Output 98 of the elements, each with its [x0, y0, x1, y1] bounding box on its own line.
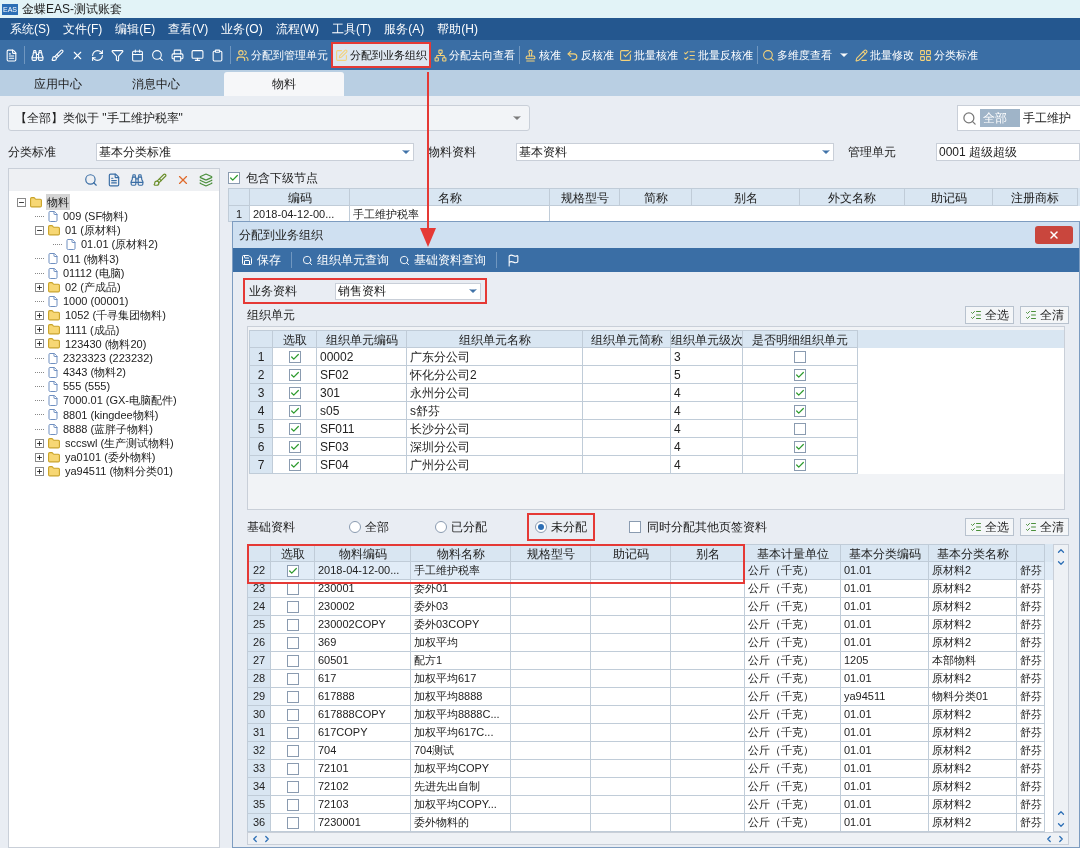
tree-item[interactable]: 4343 (物料2): [62, 364, 127, 381]
toolbar-button[interactable]: 基础资料查询: [399, 251, 486, 269]
toolbar-button[interactable]: 全选: [965, 518, 1014, 536]
tree-item[interactable]: ya0101 (委外物料): [64, 449, 157, 466]
field-label: 物料资料: [428, 144, 477, 161]
table-row[interactable]: 22 2018-04-12-00... 手工维护税率 公斤（千克） 01.01 原材料2 舒芬: [247, 562, 1053, 580]
dialog-title: 分配到业务组织: [239, 227, 323, 244]
menu-item[interactable]: 编辑(E): [115, 20, 156, 38]
checkbox-label: 包含下级节点: [246, 170, 318, 187]
menu-item[interactable]: 工具(T): [332, 20, 372, 38]
column-header[interactable]: 基本分类编码: [841, 544, 929, 562]
tree-item[interactable]: ya94511 (物料分类01): [64, 463, 174, 480]
toolbar-button[interactable]: 批量反核准: [681, 42, 755, 68]
toolbar-button[interactable]: 分类标准: [917, 42, 980, 68]
row-number: 3: [249, 384, 273, 402]
tree-item[interactable]: 01.01 (原材料2): [80, 236, 160, 253]
toolbar-button[interactable]: 分配去向查看: [432, 42, 517, 68]
toolbar-button[interactable]: 核准: [522, 42, 563, 68]
toolbar-button[interactable]: 多维度查看: [760, 42, 852, 68]
row-number: 35: [247, 796, 271, 814]
row-number: 26: [247, 634, 271, 652]
toolbar-button[interactable]: 批量修改: [853, 42, 916, 68]
toolbar-button[interactable]: 全清: [1020, 518, 1069, 536]
row-number: 36: [247, 814, 271, 832]
column-header[interactable]: 注册商标: [993, 188, 1078, 206]
field-label: 分类标准: [8, 144, 57, 161]
table-cell: SF04: [317, 456, 407, 474]
menu-item[interactable]: 系统(S): [10, 20, 50, 38]
row-number: 31: [247, 724, 271, 742]
toolbar-button[interactable]: 保存: [241, 251, 281, 269]
tree-item[interactable]: 555 (555): [62, 378, 112, 395]
tree-item[interactable]: 01 (原材料): [64, 222, 122, 239]
column-header[interactable]: 别名: [692, 188, 800, 206]
window-title: 金蝶EAS-测试账套: [22, 1, 123, 18]
row-number: 25: [247, 616, 271, 634]
row-number: 24: [247, 598, 271, 616]
row-number: 1: [249, 348, 273, 366]
column-header[interactable]: 编码: [250, 188, 350, 206]
section-label: 基础资料: [247, 519, 296, 536]
tab[interactable]: 应用中心: [10, 72, 106, 96]
column-header[interactable]: 外文名称: [800, 188, 905, 206]
column-header[interactable]: 助记码: [905, 188, 993, 206]
menu-item[interactable]: 查看(V): [168, 20, 209, 38]
business-data-field[interactable]: 业务资料 销售资料: [243, 278, 487, 304]
toolbar-button[interactable]: 分配到业务组织: [331, 42, 431, 68]
row-number: 2: [249, 366, 273, 384]
toolbar-button[interactable]: 全清: [1020, 306, 1069, 324]
tab[interactable]: 消息中心: [108, 72, 204, 96]
column-header[interactable]: 基本分类名称: [929, 544, 1017, 562]
tab[interactable]: 物料: [224, 72, 344, 96]
column-header[interactable]: 基本计量单位: [745, 544, 841, 562]
toolbar-button[interactable]: 反核准: [564, 42, 616, 68]
column-header[interactable]: 组织单元名称: [407, 330, 583, 348]
radio-option[interactable]: 全部: [343, 513, 395, 541]
row-number: 30: [247, 706, 271, 724]
menu-item[interactable]: 帮助(H): [437, 20, 478, 38]
menu-item[interactable]: 流程(W): [275, 20, 319, 38]
menu-item[interactable]: 业务(O): [221, 20, 263, 38]
column-header[interactable]: 组织单元编码: [317, 330, 407, 348]
menu-item[interactable]: 文件(F): [63, 20, 103, 38]
table-cell: 广州分公司: [407, 456, 583, 474]
table-cell: 4: [671, 456, 743, 474]
row-number: 22: [247, 562, 271, 580]
section-label: 组织单元: [247, 307, 295, 324]
toolbar-button[interactable]: 批量核准: [617, 42, 680, 68]
row-number: 32: [247, 742, 271, 760]
toolbar-button[interactable]: 分配到管理单元: [234, 42, 330, 68]
field-label: 管理单元: [848, 144, 897, 161]
menu-item[interactable]: 服务(A): [384, 20, 425, 38]
search-field[interactable]: 全部 手工维护: [957, 105, 1080, 131]
radio-option[interactable]: 已分配: [429, 513, 493, 541]
row-number: 28: [247, 670, 271, 688]
tree-item[interactable]: 1052 (千寻集团物料): [64, 307, 167, 324]
row-number: 1: [228, 206, 250, 222]
row-number: 5: [249, 420, 273, 438]
row-number: 4: [249, 402, 273, 420]
select-field[interactable]: 基本资料: [516, 143, 834, 161]
tree-item[interactable]: 009 (SF物料): [62, 208, 129, 225]
tree-item[interactable]: sccswl (生产测试物料): [64, 435, 175, 452]
select-field[interactable]: 基本分类标准: [96, 143, 414, 161]
row-number: 7: [249, 456, 273, 474]
select-field[interactable]: 0001 超级超级: [936, 143, 1080, 161]
column-header[interactable]: 名称: [350, 188, 550, 206]
tree-item[interactable]: 1000 (00001): [62, 293, 130, 310]
column-header[interactable]: 是否明细组织单元: [743, 330, 858, 348]
toolbar-button[interactable]: 组织单元查询: [302, 251, 389, 269]
row-number: 29: [247, 688, 271, 706]
toolbar-button[interactable]: 全选: [965, 306, 1014, 324]
query-dropdown[interactable]: 【全部】类似于 "手工维护税率": [8, 105, 530, 131]
radio-option[interactable]: 未分配: [527, 513, 595, 541]
tree-item[interactable]: 7000.01 (GX-电脑配件): [62, 392, 178, 409]
row-number: 34: [247, 778, 271, 796]
checkbox-label: 同时分配其他页签资料: [647, 519, 767, 536]
column-header[interactable]: 组织单元简称: [583, 330, 671, 348]
row-number: 33: [247, 760, 271, 778]
tree-item[interactable]: 物料: [46, 193, 70, 211]
row-number: 27: [247, 652, 271, 670]
row-number: 6: [249, 438, 273, 456]
